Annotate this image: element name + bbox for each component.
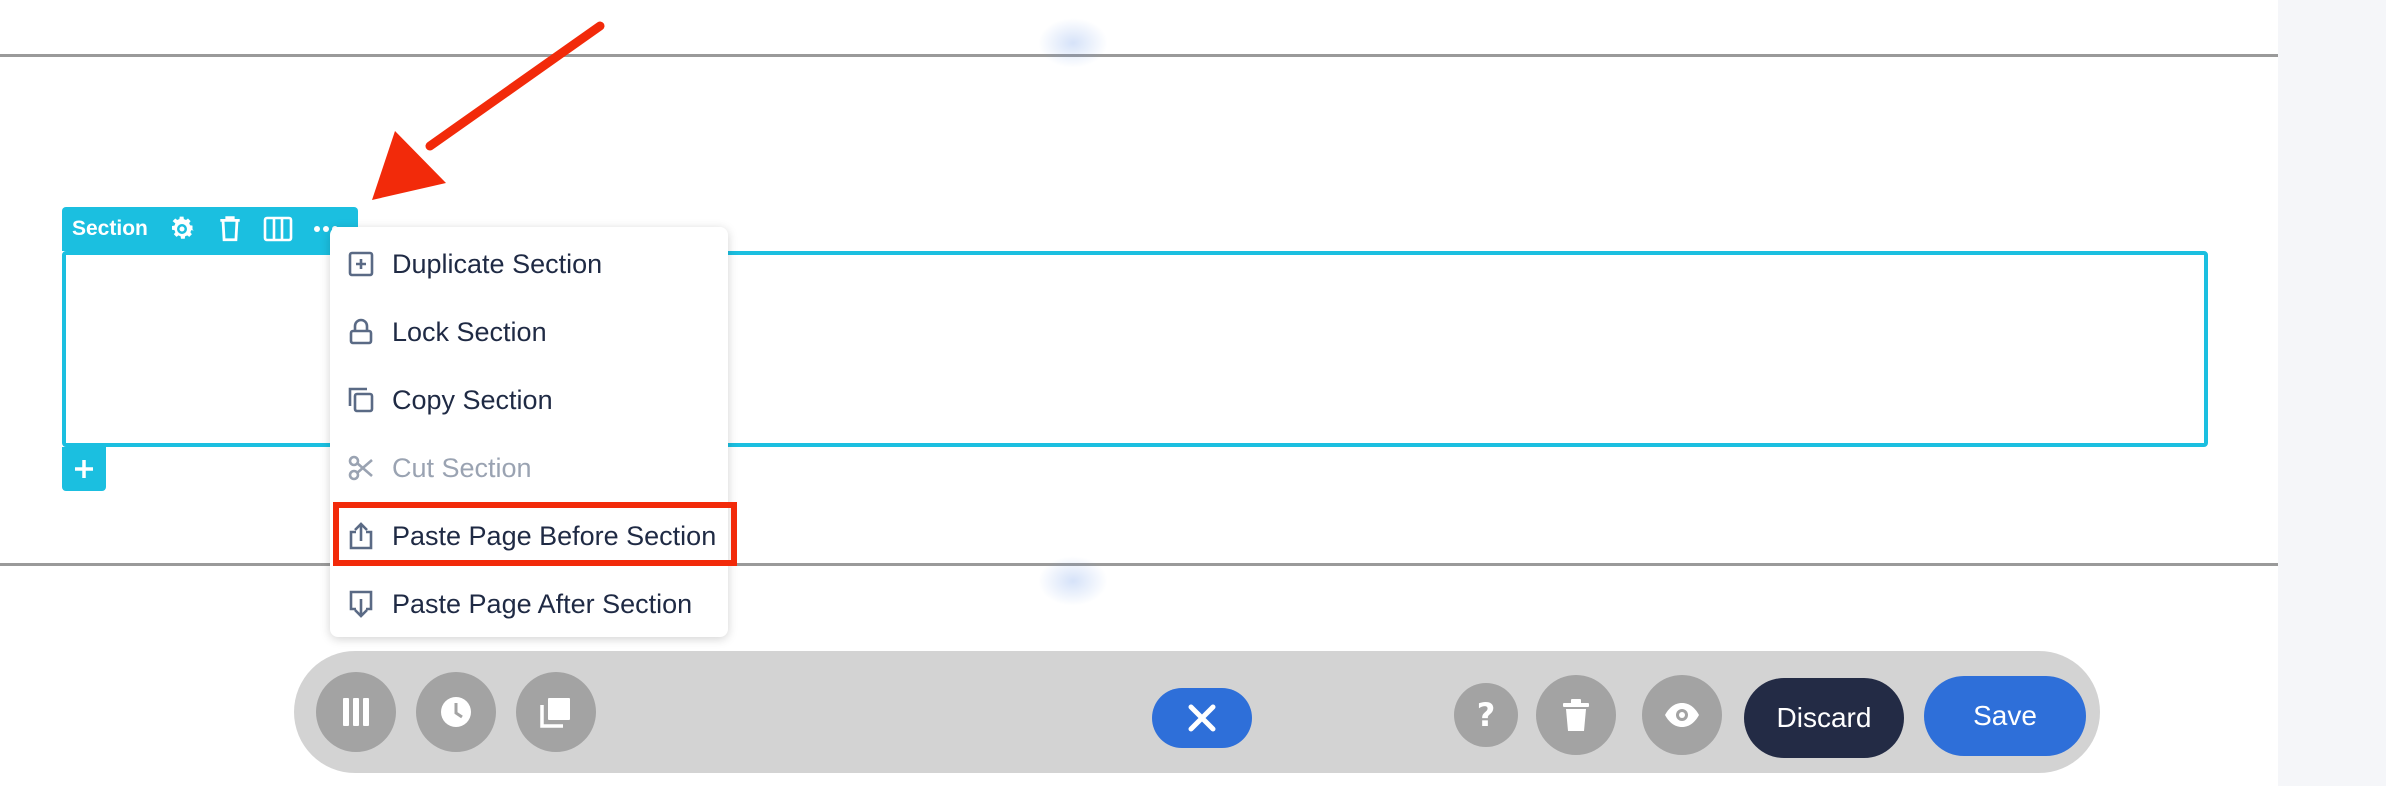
annotation-highlight-box [333,502,737,566]
trash-icon [1563,699,1589,731]
menu-item-copy-section[interactable]: Copy Section [330,369,728,431]
close-icon [1188,704,1216,732]
menu-item-duplicate-section[interactable]: Duplicate Section [330,233,728,295]
help-icon: ? [1476,696,1496,734]
save-button[interactable]: Save [1924,676,2086,756]
menu-item-paste-page-after-section[interactable]: Paste Page After Section [330,573,728,635]
duplicate-icon [346,249,376,279]
plus-icon [75,460,93,478]
menu-item-lock-section[interactable]: Lock Section [330,301,728,363]
annotation-arrow-icon [372,21,605,200]
columns-button[interactable] [316,672,396,752]
paste-after-icon [346,589,376,619]
menu-item-label: Cut Section [392,452,532,483]
help-button[interactable]: ? [1454,683,1518,747]
history-icon [441,697,471,727]
menu-item-label: Paste Page After Section [392,588,693,619]
add-section-button[interactable] [62,447,106,491]
columns-icon [343,698,369,726]
layers-button[interactable] [516,672,596,752]
lock-icon [346,317,376,347]
history-button[interactable] [416,672,496,752]
discard-button[interactable]: Discard [1744,678,1904,758]
layers-icon [540,698,570,728]
drop-indicator-bottom [1038,556,1108,606]
eye-icon [1665,703,1699,727]
drop-indicator-top [1038,18,1108,68]
menu-item-label: Copy Section [392,384,553,415]
close-button[interactable] [1152,688,1252,748]
trash-button[interactable] [1536,675,1616,755]
section-context-menu: Duplicate Section Lock Section Copy Sect… [330,227,728,637]
preview-button[interactable] [1642,675,1722,755]
copy-icon [346,385,376,415]
menu-item-cut-section: Cut Section [330,437,728,499]
menu-item-label: Duplicate Section [392,248,603,279]
menu-item-label: Lock Section [392,316,547,347]
right-gutter [2278,0,2386,786]
scissors-icon [346,453,376,483]
